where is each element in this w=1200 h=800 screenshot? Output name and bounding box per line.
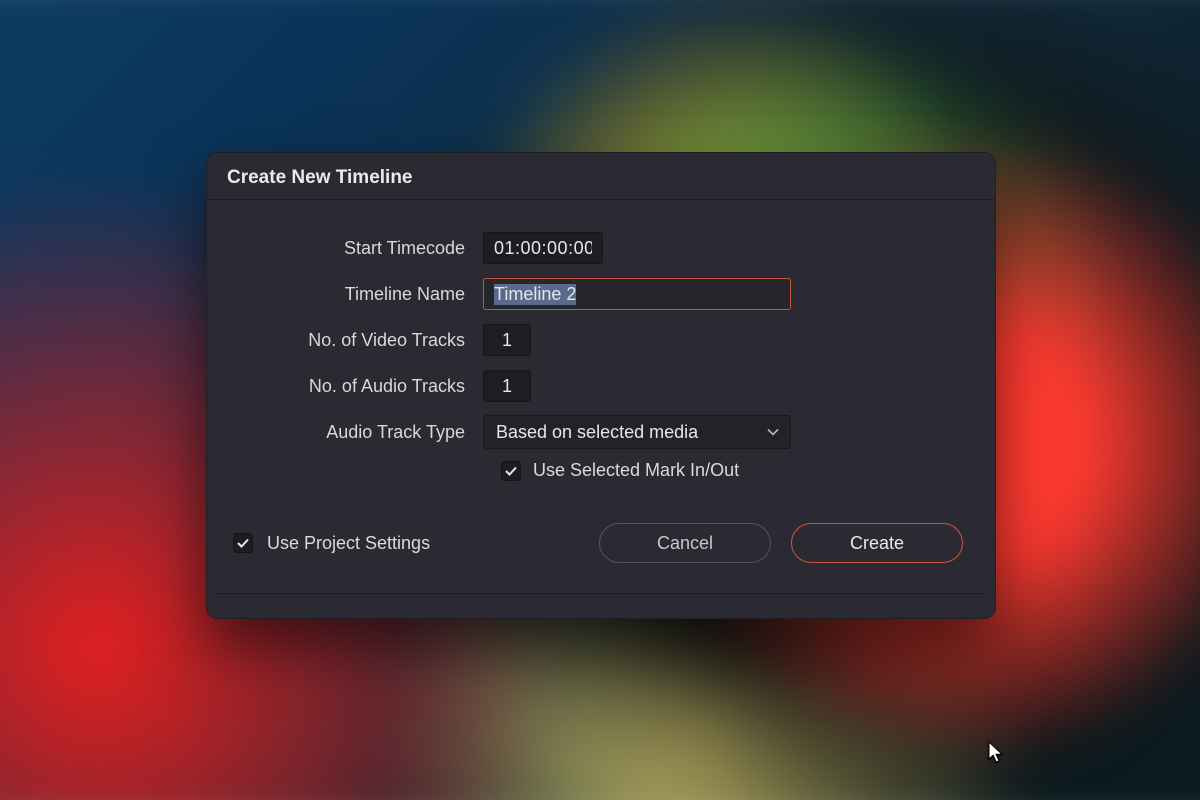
row-audio-tracks: No. of Audio Tracks bbox=[243, 368, 959, 404]
row-audio-track-type: Audio Track Type Based on selected media bbox=[243, 414, 959, 450]
chevron-down-icon bbox=[766, 425, 780, 439]
create-button[interactable]: Create bbox=[791, 523, 963, 563]
label-audio-track-type: Audio Track Type bbox=[243, 422, 483, 443]
dialog-body: Start Timecode Timeline Name No. of Vide… bbox=[207, 200, 995, 499]
audio-tracks-input[interactable] bbox=[483, 370, 531, 402]
use-project-settings-checkbox[interactable] bbox=[233, 533, 253, 553]
use-project-settings-label: Use Project Settings bbox=[267, 533, 430, 554]
dialog-footer: Use Project Settings Cancel Create bbox=[207, 499, 995, 593]
audio-track-type-value: Based on selected media bbox=[496, 422, 698, 443]
dialog-grab-bar bbox=[207, 604, 995, 618]
row-timeline-name: Timeline Name bbox=[243, 276, 959, 312]
row-start-timecode: Start Timecode bbox=[243, 230, 959, 266]
row-use-mark-in-out: Use Selected Mark In/Out bbox=[501, 460, 959, 481]
row-video-tracks: No. of Video Tracks bbox=[243, 322, 959, 358]
use-mark-in-out-checkbox[interactable] bbox=[501, 461, 521, 481]
cancel-button-label: Cancel bbox=[657, 533, 713, 554]
video-tracks-input[interactable] bbox=[483, 324, 531, 356]
divider bbox=[215, 593, 987, 594]
label-start-timecode: Start Timecode bbox=[243, 238, 483, 259]
cancel-button[interactable]: Cancel bbox=[599, 523, 771, 563]
create-new-timeline-dialog: Create New Timeline Start Timecode Timel… bbox=[206, 152, 996, 619]
timeline-name-input[interactable] bbox=[483, 278, 791, 310]
label-audio-tracks: No. of Audio Tracks bbox=[243, 376, 483, 397]
start-timecode-input[interactable] bbox=[483, 232, 603, 264]
label-timeline-name: Timeline Name bbox=[243, 284, 483, 305]
label-video-tracks: No. of Video Tracks bbox=[243, 330, 483, 351]
audio-track-type-select[interactable]: Based on selected media bbox=[483, 415, 791, 449]
use-mark-in-out-label: Use Selected Mark In/Out bbox=[533, 460, 739, 481]
create-button-label: Create bbox=[850, 533, 904, 554]
dialog-title: Create New Timeline bbox=[207, 153, 995, 200]
